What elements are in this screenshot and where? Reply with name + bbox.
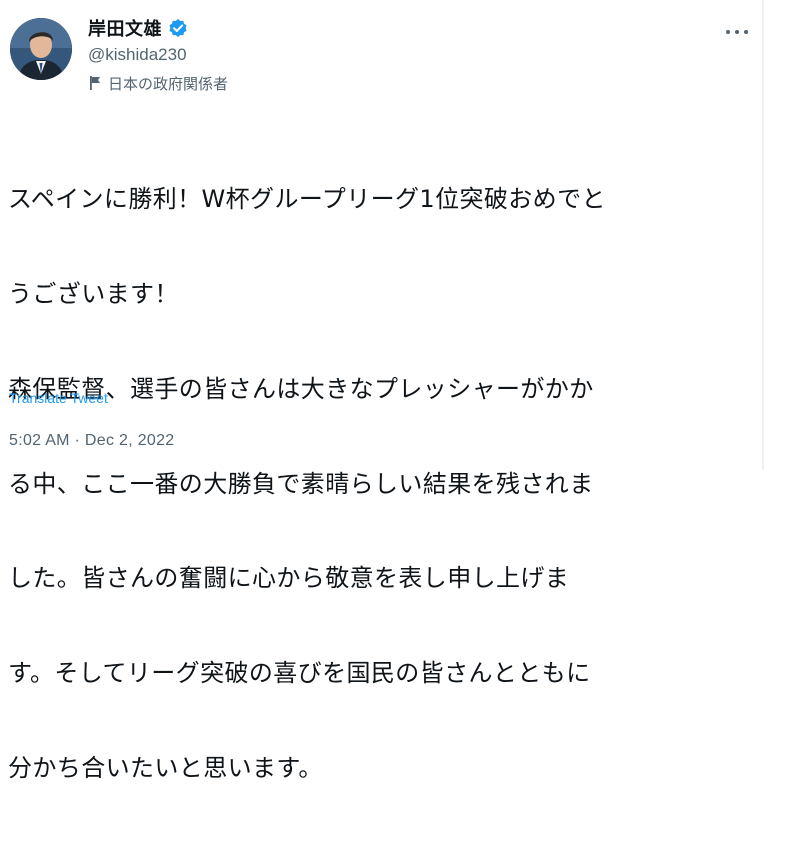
tweet-text: スペインに勝利！W杯グループリーグ1位突破おめでと うございます！ 森保監督、選… <box>8 121 758 848</box>
tweet-text-line: す。そしてリーグ突破の喜びを国民の皆さんとともに <box>8 659 591 688</box>
tweet-text-line: うございます！ <box>8 279 179 308</box>
flag-icon <box>88 75 102 91</box>
display-name[interactable]: 岸田文雄 <box>88 15 162 41</box>
avatar[interactable] <box>10 18 72 80</box>
user-handle[interactable]: @kishida230 <box>88 45 228 65</box>
avatar-portrait-icon <box>10 18 72 80</box>
tweet-text-line: る中、ここ一番の大勝負で素晴らしい結果を残されま <box>8 469 594 498</box>
more-dots-icon[interactable] <box>722 22 752 42</box>
affiliation-label[interactable]: 日本の政府関係者 <box>88 72 228 94</box>
tweet-text-line: 森保監督、選手の皆さんは大きなプレッシャーがかか <box>8 374 594 403</box>
name-row: 岸田文雄 <box>88 16 228 40</box>
tweet-text-line: 分かち合いたいと思います。 <box>8 753 323 782</box>
divider <box>762 0 764 470</box>
tweet-text-line: スペインに勝利！W杯グループリーグ1位突破おめでと <box>8 185 606 214</box>
tweet-text-line: した。皆さんの奮闘に心から敬意を表し申し上げま <box>8 564 570 593</box>
translate-tweet-link[interactable]: Translate Tweet <box>9 390 108 406</box>
affiliation-text: 日本の政府関係者 <box>108 74 229 93</box>
verified-badge-icon <box>168 18 188 38</box>
tweet-card: 岸田文雄 @kishida230 日本の政府関係者 スペインに勝利！W杯グループ… <box>0 0 780 782</box>
tweet-timestamp[interactable]: 5:02 AM · Dec 2, 2022 <box>9 432 175 450</box>
tweet-header: 岸田文雄 @kishida230 日本の政府関係者 <box>88 16 228 94</box>
